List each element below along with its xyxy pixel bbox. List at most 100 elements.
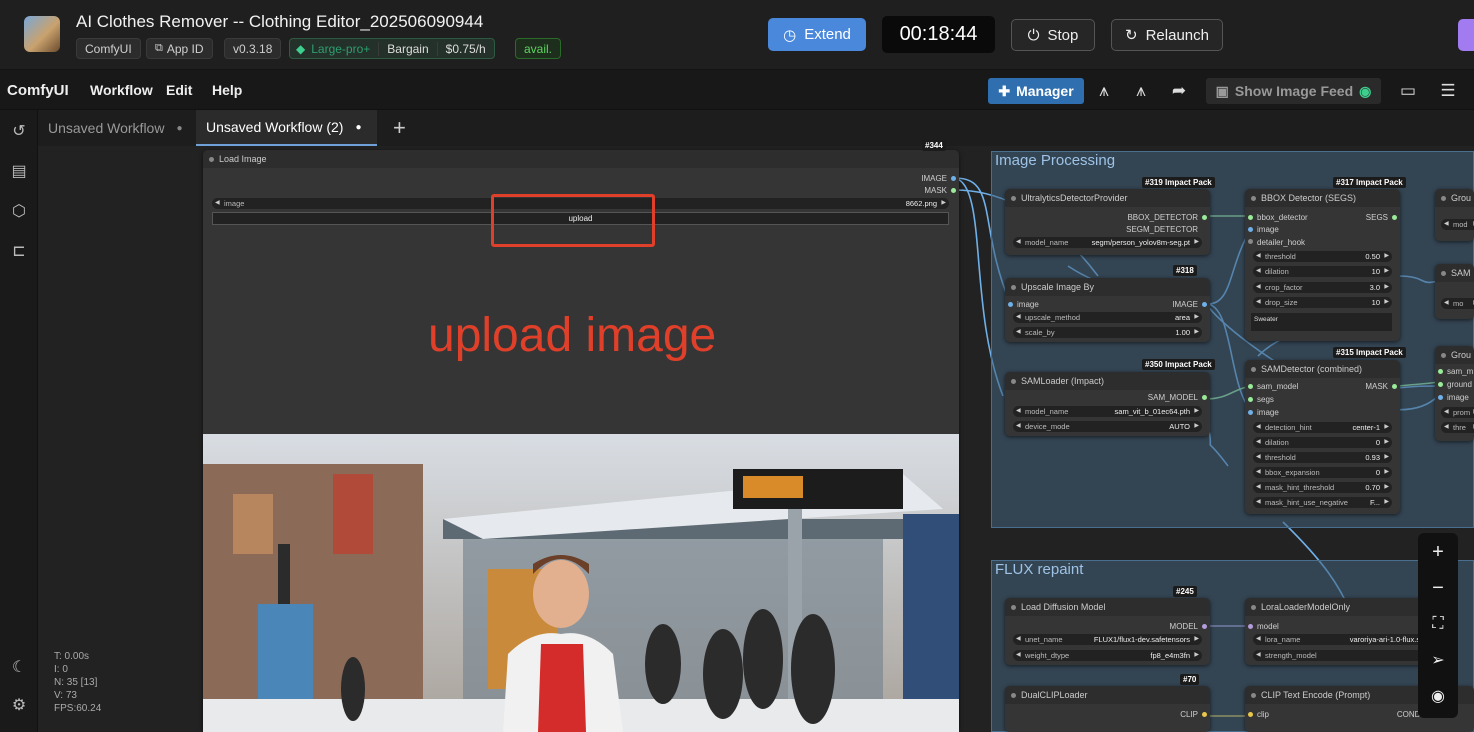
dual-clip-loader-node[interactable]: DualCLIPLoader CLIP	[1005, 686, 1210, 732]
panel-toggle-icon[interactable]: ▭	[1397, 80, 1419, 102]
settings-gear-icon[interactable]: ⚙	[8, 694, 30, 716]
scale-by-widget[interactable]: scale_by 1.00	[1013, 327, 1202, 338]
node-id-badge: #344	[922, 140, 946, 151]
output-dot[interactable]	[1392, 215, 1397, 220]
node-id-badge: #318	[1173, 265, 1197, 276]
widget-label: strength_model	[1265, 651, 1317, 660]
folder-icon[interactable]: ⊏	[8, 240, 30, 262]
grounding-node-partial[interactable]: Grou mod	[1435, 189, 1474, 241]
device-mode-widget[interactable]: device_mode AUTO	[1013, 421, 1202, 432]
input-dot[interactable]	[1438, 369, 1443, 374]
output-dot[interactable]	[1202, 624, 1207, 629]
detection-hint-widget[interactable]: detection_hint center-1	[1253, 422, 1392, 433]
input-dot[interactable]	[1248, 227, 1253, 232]
ultralytics-detector-node[interactable]: UltralyticsDetectorProvider BBOX_DETECTO…	[1005, 189, 1210, 255]
output-mask-dot[interactable]	[951, 188, 956, 193]
output-dot[interactable]	[1202, 302, 1207, 307]
zoom-out-icon[interactable]: −	[1426, 576, 1450, 600]
tab-unsaved-workflow[interactable]: Unsaved Workflow ●	[38, 110, 196, 146]
toggle-links-eye-icon[interactable]: ◉	[1426, 684, 1450, 708]
tab-unsaved-workflow-2[interactable]: Unsaved Workflow (2) ●	[196, 110, 377, 146]
app-id-button[interactable]: ⧉ App ID	[146, 38, 213, 59]
widget-value: AUTO	[1169, 422, 1190, 431]
extend-button[interactable]: ◷ Extend	[768, 18, 866, 51]
unet-name-widget[interactable]: unet_name FLUX1/flux1-dev.safetensors	[1013, 634, 1202, 645]
input-dot[interactable]	[1438, 382, 1443, 387]
load-diffusion-model-node[interactable]: Load Diffusion Model MODEL unet_name FLUX…	[1005, 598, 1210, 665]
dilation-widget[interactable]: dilation 10	[1253, 266, 1392, 277]
input-dot[interactable]	[1248, 410, 1253, 415]
select-mode-icon[interactable]: ➢	[1426, 648, 1450, 672]
bbox-expansion-widget[interactable]: bbox_expansion 0	[1253, 467, 1392, 478]
mask-hint-negative-widget[interactable]: mask_hint_use_negative F...	[1253, 497, 1392, 508]
dilation-widget[interactable]: dilation 0	[1253, 437, 1392, 448]
mask-hint-threshold-widget[interactable]: mask_hint_threshold 0.70	[1253, 482, 1392, 493]
queue-icon[interactable]: ▤	[8, 160, 30, 182]
model-library-icon[interactable]: ⬡	[8, 200, 30, 222]
sam-loader-node[interactable]: SAMLoader (Impact) SAM_MODEL model_name …	[1005, 372, 1210, 436]
node-tool-alt-icon[interactable]: ⩚	[1130, 80, 1152, 102]
menu-workflow[interactable]: Workflow	[90, 82, 153, 98]
widget-value: sam_vit_b_01ec64.pth	[1114, 407, 1190, 416]
output-dot[interactable]	[1202, 395, 1207, 400]
crop-factor-widget[interactable]: crop_factor 3.0	[1253, 282, 1392, 293]
grounding-mask-node-partial[interactable]: Grou sam_m ground image prom thre	[1435, 346, 1474, 441]
threshold-widget[interactable]: threshold 0.93	[1253, 452, 1392, 463]
sam-model-node-partial[interactable]: SAM mo	[1435, 264, 1474, 319]
labels-textarea[interactable]: Sweater	[1251, 313, 1392, 331]
stop-button[interactable]: ⏻ Stop	[1011, 19, 1095, 51]
node-id-badge: #70	[1180, 674, 1200, 685]
input-dot[interactable]	[1248, 239, 1253, 244]
input-dot[interactable]	[1008, 302, 1013, 307]
input-dot[interactable]	[1248, 712, 1253, 717]
version-badge: v0.3.18	[224, 38, 282, 59]
strength-model-widget[interactable]: strength_model	[1253, 650, 1443, 661]
hamburger-menu-icon[interactable]: ☰	[1437, 80, 1459, 102]
theme-toggle-icon[interactable]: ☾	[8, 656, 30, 678]
upscale-image-node[interactable]: Upscale Image By image IMAGE upscale_met…	[1005, 278, 1210, 342]
output-dot[interactable]	[1392, 384, 1397, 389]
input-dot[interactable]	[1248, 384, 1253, 389]
widget-label: model_name	[1025, 238, 1069, 247]
zoom-in-icon[interactable]: +	[1426, 540, 1450, 564]
output-model: MODEL	[1169, 622, 1198, 631]
history-icon[interactable]: ↺	[8, 120, 30, 142]
share-icon[interactable]: ➦	[1168, 80, 1190, 102]
manager-button[interactable]: ✚ Manager	[988, 78, 1084, 104]
model-widget-partial[interactable]: mo	[1441, 298, 1474, 309]
fit-view-icon[interactable]: ⛶	[1426, 612, 1450, 636]
node-id-badge: #319 Impact Pack	[1142, 177, 1215, 188]
drop-size-widget[interactable]: drop_size 10	[1253, 297, 1392, 308]
output-image: IMAGE	[921, 174, 947, 183]
lora-loader-node[interactable]: LoraLoaderModelOnly model lora_namevaror…	[1245, 598, 1443, 665]
model-widget-partial[interactable]: mod	[1441, 219, 1474, 230]
show-image-feed-button[interactable]: ▣ Show Image Feed ◉	[1206, 78, 1381, 104]
new-tab-button[interactable]: +	[383, 110, 413, 146]
output-dot[interactable]	[1202, 712, 1207, 717]
sam-detector-node[interactable]: SAMDetector (combined) sam_model segs im…	[1245, 360, 1400, 514]
menu-edit[interactable]: Edit	[166, 82, 192, 98]
prompt-widget-partial[interactable]: prom	[1441, 407, 1474, 418]
widget-label: threshold	[1265, 252, 1296, 261]
input-dot[interactable]	[1248, 215, 1253, 220]
bbox-detector-node[interactable]: BBOX Detector (SEGS) bbox_detector image…	[1245, 189, 1400, 341]
input-dot[interactable]	[1248, 624, 1253, 629]
input-dot[interactable]	[1438, 395, 1443, 400]
output-dot[interactable]	[1202, 215, 1207, 220]
lora-name-widget[interactable]: lora_namevaroriya-ari-1.0-flux.safeten	[1253, 634, 1443, 645]
model-name-widget[interactable]: model_name segm/person_yolov8m-seg.pt	[1013, 237, 1202, 248]
weight-dtype-widget[interactable]: weight_dtype fp8_e4m3fn	[1013, 650, 1202, 661]
threshold-widget[interactable]: threshold 0.50	[1253, 251, 1392, 262]
sam-model-name-widget[interactable]: model_name sam_vit_b_01ec64.pth	[1013, 406, 1202, 417]
graph-canvas[interactable]: Load Image IMAGE MASK image 8662.png upl…	[38, 140, 1474, 732]
node-tool-icon[interactable]: ⩚	[1093, 80, 1115, 102]
menu-help[interactable]: Help	[212, 82, 242, 98]
threshold-widget-partial[interactable]: thre	[1441, 422, 1474, 433]
input-dot[interactable]	[1248, 397, 1253, 402]
load-image-node[interactable]: Load Image IMAGE MASK image 8662.png upl…	[203, 150, 959, 732]
cut-off-button[interactable]	[1458, 19, 1474, 51]
stop-label: Stop	[1047, 26, 1079, 44]
upscale-method-widget[interactable]: upscale_method area	[1013, 312, 1202, 323]
output-image-dot[interactable]	[951, 176, 956, 181]
relaunch-button[interactable]: ↻ Relaunch	[1111, 19, 1223, 51]
